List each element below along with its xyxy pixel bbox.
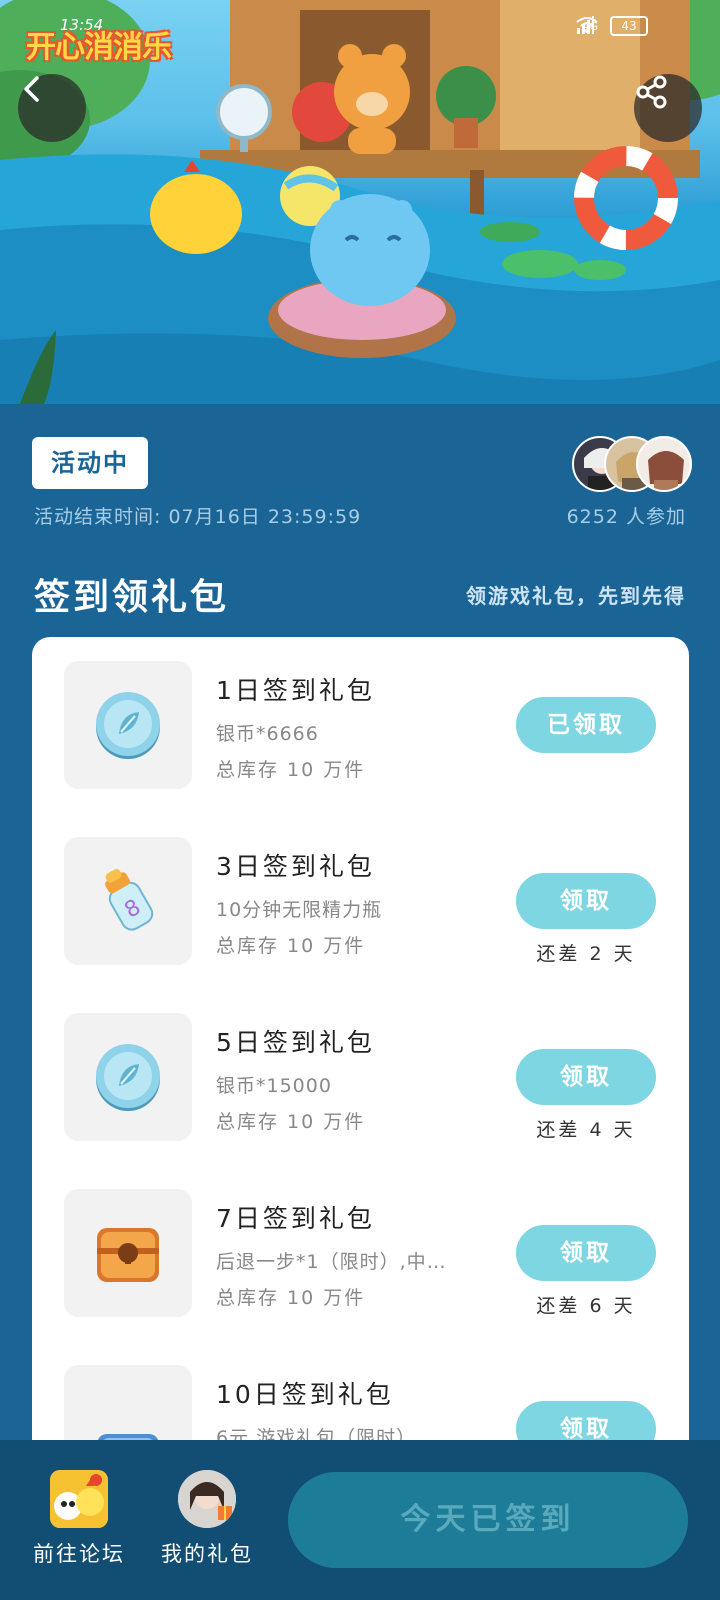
bottom-action-bar: 前往论坛 我的礼包 今天已签到	[0, 1440, 720, 1600]
my-gifts-link[interactable]: 我的礼包	[152, 1470, 262, 1568]
days-remaining: 还差 2 天	[536, 943, 636, 965]
gift-stock: 总库存 10 万件	[216, 935, 366, 957]
days-remaining: 还差 6 天	[536, 1295, 636, 1317]
section-title: 签到领礼包	[34, 577, 230, 618]
claim-button[interactable]: 领取	[516, 873, 656, 929]
section-subtitle: 领游戏礼包，先到先得	[466, 584, 686, 608]
gift-name: 3日签到礼包	[216, 852, 375, 881]
avatar	[636, 436, 692, 492]
gift-image	[64, 1013, 192, 1141]
gift-row: 1日签到礼包 银币*6666 总库存 10 万件 已领取	[32, 661, 689, 791]
status-icons: 4G 43	[576, 16, 648, 36]
treasure-chest-icon	[97, 1228, 159, 1282]
claim-button[interactable]: 领取	[516, 1225, 656, 1281]
gift-stock: 总库存 10 万件	[216, 1111, 366, 1133]
game-banner: 13:54 4G 43 开心消消乐	[0, 0, 720, 404]
checked-in-button[interactable]: 今天已签到	[288, 1472, 688, 1568]
gift-name: 7日签到礼包	[216, 1204, 375, 1233]
gift-description: 后退一步*1（限时）,中…	[216, 1251, 447, 1273]
gift-stock: 总库存 10 万件	[216, 1287, 366, 1309]
silver-coin-icon	[96, 1044, 160, 1111]
days-remaining: 还差 4 天	[536, 1119, 636, 1141]
activity-status-badge: 活动中	[32, 437, 148, 489]
gift-stock: 总库存 10 万件	[216, 759, 366, 781]
gift-name: 5日签到礼包	[216, 1028, 375, 1057]
silver-coin-icon	[96, 692, 160, 759]
user-avatar	[178, 1470, 236, 1528]
gift-row: 8 3日签到礼包 10分钟无限精力瓶 总库存 10 万件 领取 还差 2 天	[32, 837, 689, 967]
share-button[interactable]	[634, 74, 702, 142]
share-icon	[636, 75, 667, 109]
participant-count: 6252 人参加	[566, 506, 686, 528]
gift-name: 1日签到礼包	[216, 676, 375, 705]
activity-end-time: 活动结束时间: 07月16日 23:59:59	[34, 506, 362, 528]
claimed-button[interactable]: 已领取	[516, 697, 656, 753]
game-app-icon	[50, 1470, 108, 1528]
forum-label: 前往论坛	[33, 1542, 125, 1566]
game-logo: 开心消消乐	[26, 30, 172, 65]
gift-image	[64, 1189, 192, 1317]
gift-name: 10日签到礼包	[216, 1380, 394, 1409]
energy-bottle-icon: 8	[105, 869, 154, 931]
claim-button[interactable]: 领取	[516, 1049, 656, 1105]
my-gifts-label: 我的礼包	[161, 1542, 253, 1566]
gift-image	[64, 661, 192, 789]
back-button[interactable]	[18, 74, 86, 142]
participant-avatars	[572, 436, 692, 492]
gift-row: 7日签到礼包 后退一步*1（限时）,中… 总库存 10 万件 领取 还差 6 天	[32, 1189, 689, 1319]
battery-icon: 43	[610, 16, 648, 36]
gift-description: 银币*6666	[216, 723, 319, 745]
chevron-left-icon	[24, 76, 39, 102]
gift-description: 银币*15000	[216, 1075, 332, 1097]
gift-image: 8	[64, 837, 192, 965]
gift-row: 5日签到礼包 银币*15000 总库存 10 万件 领取 还差 4 天	[32, 1013, 689, 1143]
forum-link[interactable]: 前往论坛	[24, 1470, 134, 1568]
gift-description: 10分钟无限精力瓶	[216, 899, 383, 921]
